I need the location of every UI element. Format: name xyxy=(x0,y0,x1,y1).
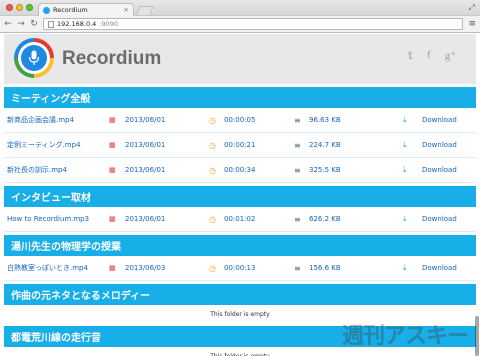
page-icon xyxy=(48,20,54,28)
reload-icon[interactable]: ↻ xyxy=(30,19,38,29)
file-name-link[interactable]: 新社長の訓示.mp4 xyxy=(7,165,67,175)
menu-icon[interactable]: ≡ xyxy=(468,19,476,29)
file-date: 2013/06/01 xyxy=(125,215,166,223)
folder-title[interactable]: 湯川先生の物理学の授業 xyxy=(4,235,476,256)
recordium-logo xyxy=(14,38,54,78)
browser-tab-bar: Recordium × ⤢ xyxy=(0,0,480,16)
back-icon[interactable]: ← xyxy=(4,19,12,29)
download-icon[interactable]: ⤓ xyxy=(403,263,407,273)
clock-icon: ◷ xyxy=(209,214,216,224)
file-size: 626.2 KB xyxy=(309,215,341,223)
url-host: 192.168.0.4 xyxy=(57,20,97,28)
storage-icon: ≡ xyxy=(294,165,301,175)
file-duration: 00:01:02 xyxy=(224,215,256,223)
file-row: 新商品企画会議.mp4 ▦ 2013/06/01 ◷ 00:00:05 ≡ 96… xyxy=(4,108,476,133)
storage-icon: ≡ xyxy=(294,140,301,150)
window-controls xyxy=(6,4,33,11)
download-link[interactable]: Download xyxy=(422,141,457,149)
file-date: 2013/06/01 xyxy=(125,141,166,149)
calendar-icon: ▦ xyxy=(109,264,116,272)
clock-icon: ◷ xyxy=(209,140,216,150)
file-date: 2013/06/01 xyxy=(125,166,166,174)
calendar-icon: ▦ xyxy=(109,116,116,124)
close-tab-icon[interactable]: × xyxy=(123,6,129,14)
file-duration: 00:00:34 xyxy=(224,166,256,174)
download-link[interactable]: Download xyxy=(422,264,457,272)
calendar-icon: ▦ xyxy=(109,166,116,174)
watermark: 週刊アスキー xyxy=(341,324,469,349)
storage-icon: ≡ xyxy=(294,263,301,273)
file-name-link[interactable]: How to Recordium.mp3 xyxy=(7,215,89,223)
file-date: 2013/06/01 xyxy=(125,116,166,124)
facebook-icon[interactable]: f xyxy=(427,49,431,62)
minimize-window-button[interactable] xyxy=(16,4,23,11)
file-row: 定例ミーティング.mp4 ▦ 2013/06/01 ◷ 00:00:21 ≡ 2… xyxy=(4,133,476,158)
zoom-window-button[interactable] xyxy=(26,4,33,11)
social-links: 𝕥 f g⁺ xyxy=(408,49,456,62)
tab-title: Recordium xyxy=(53,6,88,14)
calendar-icon: ▦ xyxy=(109,141,116,149)
clock-icon: ◷ xyxy=(209,263,216,273)
clock-icon: ◷ xyxy=(209,165,216,175)
google-plus-icon[interactable]: g⁺ xyxy=(445,49,456,62)
new-tab-button[interactable] xyxy=(136,6,154,15)
download-link[interactable]: Download xyxy=(422,116,457,124)
browser-tab[interactable]: Recordium × xyxy=(38,3,134,16)
scrollbar[interactable] xyxy=(473,34,479,356)
file-size: 96.63 KB xyxy=(309,116,341,124)
favicon-icon xyxy=(43,6,50,14)
folder-list: ミーティング全般 新商品企画会議.mp4 ▦ 2013/06/01 ◷ 00:0… xyxy=(4,87,476,356)
browser-toolbar: ← → ↻ 192.168.0.4:9090 ≡ xyxy=(0,16,480,33)
folder-title[interactable]: 作曲の元ネタとなるメロディー xyxy=(4,284,476,305)
forward-icon[interactable]: → xyxy=(17,19,25,29)
file-size: 325.5 KB xyxy=(309,166,341,174)
scrollbar-thumb[interactable] xyxy=(475,316,479,356)
download-icon[interactable]: ⤓ xyxy=(403,214,407,224)
file-size: 224.7 KB xyxy=(309,141,341,149)
microphone-icon xyxy=(28,50,40,65)
file-duration: 00:00:21 xyxy=(224,141,256,149)
brand-title: Recordium xyxy=(62,48,162,69)
file-date: 2013/06/03 xyxy=(125,264,166,272)
download-icon[interactable]: ⤓ xyxy=(403,115,407,125)
download-icon[interactable]: ⤓ xyxy=(403,140,407,150)
folder-title[interactable]: インタビュー取材 xyxy=(4,186,476,207)
download-icon[interactable]: ⤓ xyxy=(403,165,407,175)
fullscreen-icon[interactable]: ⤢ xyxy=(469,3,475,13)
download-link[interactable]: Download xyxy=(422,215,457,223)
storage-icon: ≡ xyxy=(294,214,301,224)
file-duration: 00:00:05 xyxy=(224,116,256,124)
calendar-icon: ▦ xyxy=(109,215,116,223)
folder-title[interactable]: ミーティング全般 xyxy=(4,87,476,108)
file-size: 156.6 KB xyxy=(309,264,341,272)
file-name-link[interactable]: 新商品企画会議.mp4 xyxy=(7,115,74,125)
download-link[interactable]: Download xyxy=(422,166,457,174)
file-row: 白熱教室っぽいとき.mp4 ▦ 2013/06/03 ◷ 00:00:13 ≡ … xyxy=(4,256,476,281)
file-duration: 00:00:13 xyxy=(224,264,256,272)
file-row: How to Recordium.mp3 ▦ 2013/06/01 ◷ 00:0… xyxy=(4,207,476,232)
page-content: Recordium 𝕥 f g⁺ ミーティング全般 新商品企画会議.mp4 ▦ 20… xyxy=(4,34,476,356)
twitter-icon[interactable]: 𝕥 xyxy=(408,49,413,62)
file-name-link[interactable]: 定例ミーティング.mp4 xyxy=(7,140,81,150)
url-port: :9090 xyxy=(99,20,119,28)
clock-icon: ◷ xyxy=(209,115,216,125)
storage-icon: ≡ xyxy=(294,115,301,125)
close-window-button[interactable] xyxy=(6,4,13,11)
app-header: Recordium 𝕥 f g⁺ xyxy=(4,34,476,84)
file-row: 新社長の訓示.mp4 ▦ 2013/06/01 ◷ 00:00:34 ≡ 325… xyxy=(4,158,476,183)
file-name-link[interactable]: 白熱教室っぽいとき.mp4 xyxy=(7,263,88,273)
address-bar[interactable]: 192.168.0.4:9090 xyxy=(43,18,464,30)
